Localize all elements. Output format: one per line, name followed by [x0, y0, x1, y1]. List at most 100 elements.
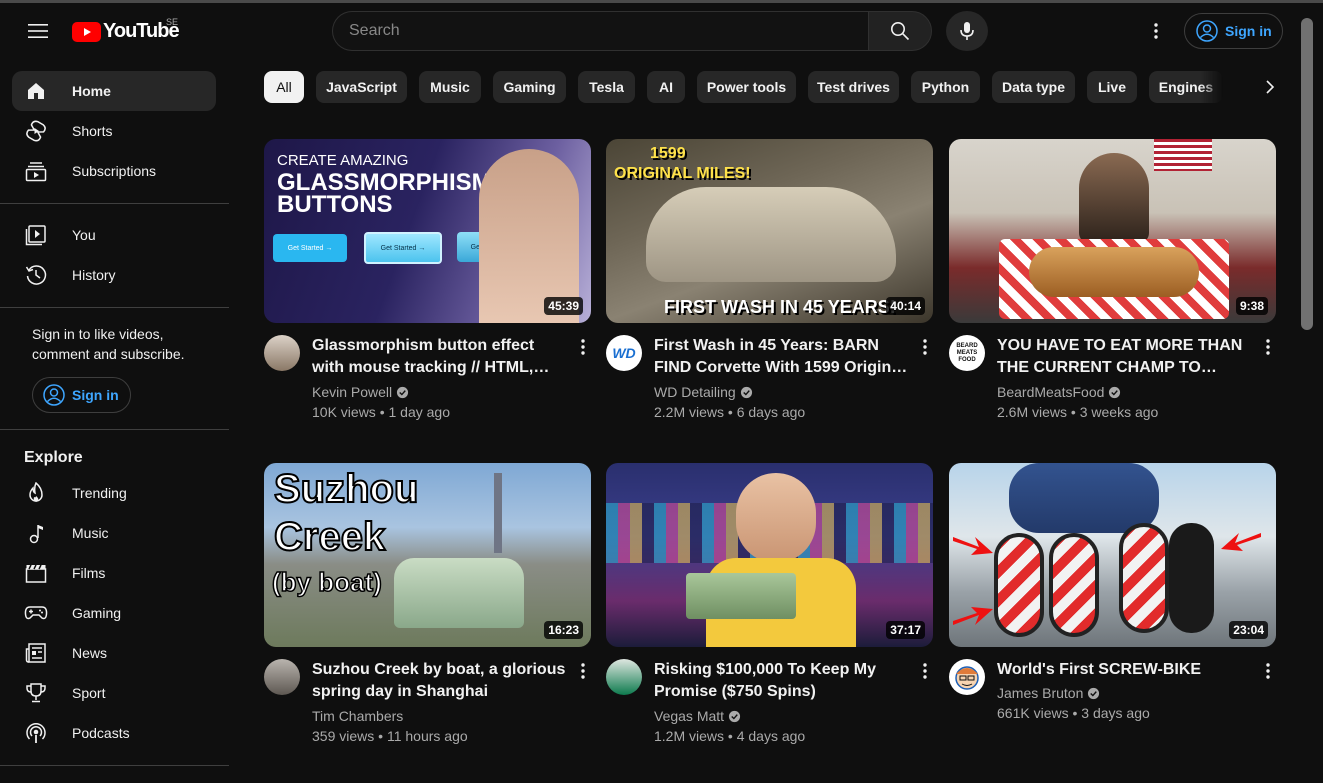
sidebar-divider — [0, 307, 229, 308]
chip-gaming[interactable]: Gaming — [493, 71, 566, 103]
avatar-text: WD — [612, 345, 636, 361]
video-card[interactable]: 1599 ORIGINAL MILES! FIRST WASH IN 45 YE… — [606, 139, 933, 439]
sidebar-item-history[interactable]: History — [12, 255, 216, 295]
channel-avatar[interactable]: WD — [606, 335, 642, 371]
chip-ai[interactable]: AI — [647, 71, 685, 103]
video-card[interactable]: 9:38 BEARD MEATS FOOD YOU HAVE TO EAT MO… — [949, 139, 1276, 439]
youtube-logo[interactable]: YouTube — [72, 20, 180, 43]
channel-avatar[interactable] — [606, 659, 642, 695]
upload-age: 11 hours ago — [386, 728, 468, 744]
video-card[interactable]: 23:04 World's First SCREW-BIKE James Bru… — [949, 463, 1276, 763]
video-title[interactable]: YOU HAVE TO EAT MORE THAN THE CURRENT CH… — [997, 335, 1253, 379]
chip-javascript[interactable]: JavaScript — [316, 71, 407, 103]
home-icon — [24, 79, 48, 103]
screw-wheel-graphic — [1049, 533, 1099, 637]
vertical-dots-icon — [923, 339, 927, 355]
video-duration: 45:39 — [544, 297, 583, 315]
chip-all[interactable]: All — [264, 71, 304, 103]
video-title[interactable]: Suzhou Creek by boat, a glorious spring … — [312, 659, 568, 703]
voice-search-button[interactable] — [946, 11, 988, 51]
sidebar-item-news[interactable]: News — [12, 633, 216, 673]
video-card[interactable]: CREATE AMAZING GLASSMORPHISM BUTTONS Get… — [264, 139, 591, 439]
search-input[interactable] — [349, 22, 869, 40]
sidebar-item-music[interactable]: Music — [12, 513, 216, 553]
chip-data-type[interactable]: Data type — [992, 71, 1075, 103]
sidebar-item-you[interactable]: You — [12, 215, 216, 255]
channel-avatar[interactable] — [264, 659, 300, 695]
search-button[interactable] — [868, 11, 932, 51]
sign-in-label: Sign in — [1225, 23, 1272, 39]
chip-live[interactable]: Live — [1087, 71, 1137, 103]
video-title[interactable]: Risking $100,000 To Keep My Promise ($75… — [654, 659, 910, 703]
video-thumbnail[interactable]: CREATE AMAZING GLASSMORPHISM BUTTONS Get… — [264, 139, 591, 323]
region-code: SE — [166, 17, 179, 27]
sidebar-item-podcasts[interactable]: Podcasts — [12, 713, 216, 753]
sidebar-item-subscriptions[interactable]: Subscriptions — [12, 151, 216, 191]
channel-name-text: Vegas Matt — [654, 708, 725, 724]
video-thumbnail[interactable]: 9:38 — [949, 139, 1276, 323]
video-card[interactable]: 37:17 Risking $100,000 To Keep My Promis… — [606, 463, 933, 763]
channel-name[interactable]: Vegas Matt — [654, 708, 741, 724]
sidebar-item-gaming[interactable]: Gaming — [12, 593, 216, 633]
guide-menu-button[interactable] — [18, 11, 58, 51]
verified-badge-icon — [728, 710, 741, 722]
sidebar-item-label: Subscriptions — [72, 163, 157, 179]
channel-avatar[interactable]: BEARD MEATS FOOD — [949, 335, 985, 371]
video-thumbnail[interactable]: Suzhou Creek (by boat) 16:23 — [264, 463, 591, 647]
chevron-right-icon — [1266, 80, 1275, 94]
settings-more-button[interactable] — [1136, 11, 1176, 51]
view-count: 2.2M views — [654, 404, 725, 420]
gaming-icon — [24, 601, 48, 625]
video-menu-button[interactable] — [913, 335, 937, 359]
video-thumbnail[interactable]: 37:17 — [606, 463, 933, 647]
video-menu-button[interactable] — [1256, 659, 1280, 683]
channel-name[interactable]: Tim Chambers — [312, 708, 403, 724]
channel-avatar[interactable] — [949, 659, 985, 695]
shorts-icon — [24, 119, 48, 143]
sidebar-divider — [0, 429, 229, 430]
sidebar-item-films[interactable]: Films — [12, 553, 216, 593]
sign-in-button[interactable]: Sign in — [1184, 13, 1283, 49]
channel-name[interactable]: WD Detailing — [654, 384, 753, 400]
chip-test-drives[interactable]: Test drives — [808, 71, 899, 103]
sidebar-item-label: History — [72, 267, 116, 283]
video-menu-button[interactable] — [571, 335, 595, 359]
sidebar-divider — [0, 203, 229, 204]
video-thumbnail[interactable]: 1599 ORIGINAL MILES! FIRST WASH IN 45 YE… — [606, 139, 933, 323]
microphone-icon — [960, 22, 974, 40]
sidebar-item-shorts[interactable]: Shorts — [12, 111, 216, 151]
vertical-dots-icon — [1266, 663, 1270, 679]
video-title[interactable]: First Wash in 45 Years: BARN FIND Corvet… — [654, 335, 910, 379]
channel-name-text: Kevin Powell — [312, 384, 393, 400]
sidebar-item-trending[interactable]: Trending — [12, 473, 216, 513]
channel-name[interactable]: BeardMeatsFood — [997, 384, 1121, 400]
avatar-text: BEARD MEATS FOOD — [956, 342, 978, 363]
video-menu-button[interactable] — [571, 659, 595, 683]
channel-avatar[interactable] — [264, 335, 300, 371]
video-title[interactable]: Glassmorphism button effect with mouse t… — [312, 335, 568, 379]
video-meta: 1.2M views • 4 days ago — [654, 728, 806, 744]
sidebar-item-home[interactable]: Home — [12, 71, 216, 111]
account-circle-icon — [1196, 20, 1218, 42]
channel-name[interactable]: James Bruton — [997, 685, 1100, 701]
red-arrow-icon — [953, 607, 993, 625]
account-circle-icon — [43, 384, 65, 406]
channel-name[interactable]: Kevin Powell — [312, 384, 409, 400]
video-thumbnail[interactable]: 23:04 — [949, 463, 1276, 647]
chips-next-button[interactable] — [1254, 71, 1286, 103]
chip-engines[interactable]: Engines — [1149, 71, 1223, 103]
sidebar-sign-in-button[interactable]: Sign in — [32, 377, 131, 413]
video-title[interactable]: World's First SCREW-BIKE — [997, 659, 1253, 681]
video-menu-button[interactable] — [1256, 335, 1280, 359]
chip-tesla[interactable]: Tesla — [578, 71, 635, 103]
video-menu-button[interactable] — [913, 659, 937, 683]
red-arrow-icon — [1221, 533, 1261, 551]
scrollbar-thumb[interactable] — [1301, 18, 1313, 330]
tower-graphic — [494, 473, 502, 553]
sidebar-item-sport[interactable]: Sport — [12, 673, 216, 713]
chip-python[interactable]: Python — [911, 71, 980, 103]
chip-power-tools[interactable]: Power tools — [697, 71, 796, 103]
video-card[interactable]: Suzhou Creek (by boat) 16:23 Suzhou Cree… — [264, 463, 591, 763]
verified-badge-icon — [397, 386, 409, 398]
chip-music[interactable]: Music — [419, 71, 481, 103]
